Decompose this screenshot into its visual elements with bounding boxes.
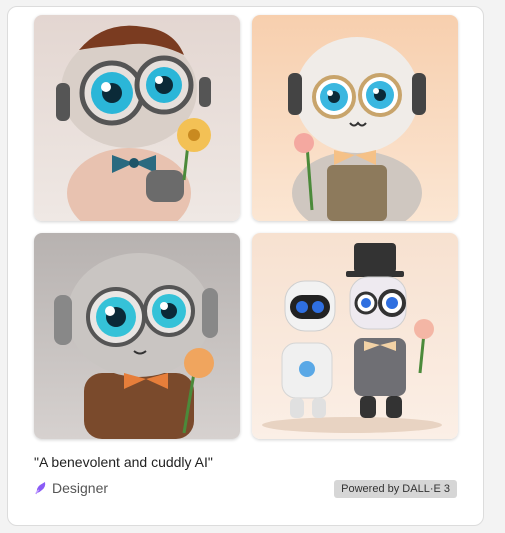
robot-with-monocle-image xyxy=(252,15,458,221)
generated-image-3[interactable] xyxy=(34,233,240,439)
generated-image-2[interactable] xyxy=(252,15,458,221)
two-robots-with-top-hat-image xyxy=(252,233,458,439)
prompt-text: "A benevolent and cuddly AI" xyxy=(34,454,213,470)
designer-logo-icon xyxy=(35,482,46,495)
powered-by-badge: Powered by DALL·E 3 xyxy=(334,480,457,498)
designer-brand[interactable]: Designer xyxy=(34,480,108,496)
robot-with-teal-bowtie-image xyxy=(34,15,240,221)
generated-image-1[interactable] xyxy=(34,15,240,221)
designer-label: Designer xyxy=(52,480,109,496)
robot-with-orange-bowtie-image xyxy=(34,233,240,439)
generated-image-4[interactable] xyxy=(252,233,458,439)
image-result-card: "A benevolent and cuddly AI" Designer Po… xyxy=(7,6,484,526)
